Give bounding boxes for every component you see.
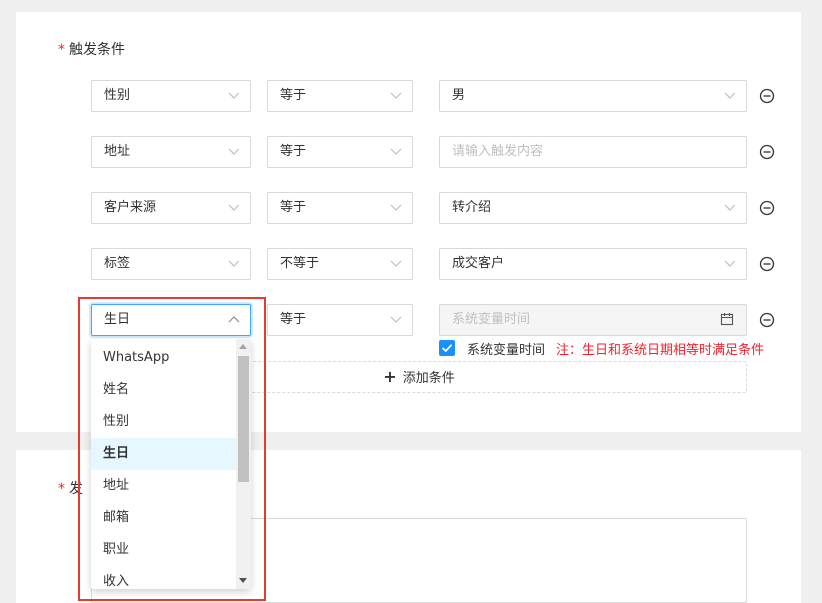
- dropdown-option[interactable]: 性别: [91, 406, 236, 438]
- dropdown-scrollbar[interactable]: [236, 339, 251, 589]
- remove-condition-icon[interactable]: [759, 144, 775, 164]
- chevron-down-icon: [228, 137, 240, 167]
- system-variable-checkbox[interactable]: [439, 340, 455, 356]
- condition-field-select[interactable]: 性别: [91, 80, 251, 112]
- chevron-down-icon: [724, 81, 736, 111]
- dropdown-option-selected[interactable]: 生日: [91, 438, 236, 470]
- chevron-down-icon: [390, 137, 402, 167]
- remove-condition-icon[interactable]: [759, 200, 775, 220]
- chevron-up-icon: [228, 305, 240, 335]
- dropdown-option[interactable]: 姓名: [91, 374, 236, 406]
- condition-field-select[interactable]: 地址: [91, 136, 251, 168]
- trigger-condition-label: * 触发条件: [58, 42, 125, 58]
- required-asterisk: *: [58, 481, 65, 497]
- condition-field-select[interactable]: 客户来源: [91, 192, 251, 224]
- chevron-down-icon: [724, 193, 736, 223]
- dropdown-option[interactable]: 地址: [91, 470, 236, 502]
- condition-operator-select[interactable]: 等于: [267, 136, 413, 168]
- condition-operator-select[interactable]: 等于: [267, 304, 413, 336]
- chevron-down-icon: [724, 249, 736, 279]
- chevron-down-icon: [228, 193, 240, 223]
- chevron-down-icon: [228, 249, 240, 279]
- chevron-down-icon: [390, 81, 402, 111]
- condition-operator-select[interactable]: 不等于: [267, 248, 413, 280]
- remove-condition-icon[interactable]: [759, 88, 775, 108]
- birthday-note: 注：生日和系统日期相等时满足条件: [556, 343, 765, 358]
- remove-condition-icon[interactable]: [759, 256, 775, 276]
- dropdown-option[interactable]: 邮箱: [91, 502, 236, 534]
- remove-condition-icon[interactable]: [759, 312, 775, 332]
- condition-value-select[interactable]: 转介绍: [439, 192, 747, 224]
- system-variable-label: 系统变量时间: [467, 343, 546, 358]
- chevron-down-icon: [390, 193, 402, 223]
- condition-field-select[interactable]: 标签: [91, 248, 251, 280]
- plus-icon: +: [383, 367, 397, 386]
- field-dropdown-menu: WhatsApp 姓名 性别 生日 地址 邮箱 职业 收入: [91, 339, 251, 589]
- send-label: * 发: [58, 481, 83, 497]
- chevron-down-icon: [390, 305, 402, 335]
- condition-operator-select[interactable]: 等于: [267, 192, 413, 224]
- condition-value-select[interactable]: 男: [439, 80, 747, 112]
- chevron-down-icon: [390, 249, 402, 279]
- condition-operator-select[interactable]: 等于: [267, 80, 413, 112]
- required-asterisk: *: [58, 42, 65, 58]
- chevron-down-icon: [228, 81, 240, 111]
- dropdown-option[interactable]: 职业: [91, 534, 236, 566]
- scroll-down-arrow-icon[interactable]: [239, 578, 247, 583]
- calendar-icon: [720, 305, 734, 335]
- dropdown-option[interactable]: WhatsApp: [91, 342, 236, 374]
- scroll-up-arrow-icon[interactable]: [239, 344, 247, 349]
- checkmark-icon: [441, 344, 453, 353]
- condition-value-select[interactable]: 成交客户: [439, 248, 747, 280]
- condition-date-picker[interactable]: 系统变量时间: [439, 304, 747, 336]
- scroll-thumb[interactable]: [238, 356, 249, 482]
- condition-value-input[interactable]: 请输入触发内容: [439, 136, 747, 168]
- dropdown-option[interactable]: 收入: [91, 566, 236, 589]
- condition-field-select-open[interactable]: 生日: [91, 304, 251, 336]
